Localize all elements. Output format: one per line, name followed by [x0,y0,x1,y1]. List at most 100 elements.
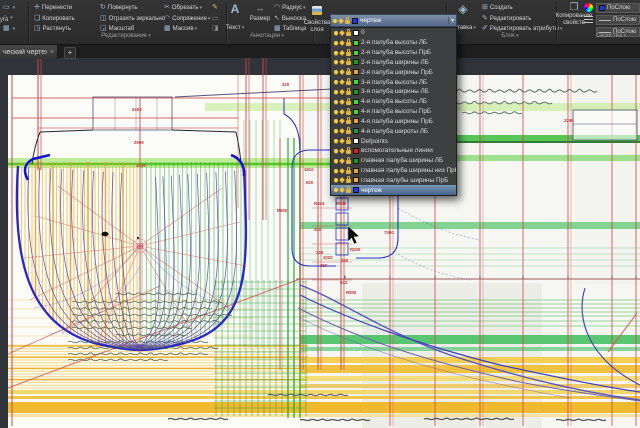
layer-on-icon[interactable] [334,51,338,55]
move-button[interactable]: ✛Перенести [34,3,72,13]
layer-on-icon[interactable] [334,188,338,192]
layer-row[interactable]: 0 [331,28,456,38]
layer-color-swatch[interactable] [353,59,359,65]
layer-row[interactable]: главная палуба ширины ЛБ [331,156,456,166]
layer-color-swatch[interactable] [353,168,359,174]
copy-button[interactable]: ❏Копировать [34,14,75,24]
layer-row[interactable]: 2-я палуба ширины ЛБ [331,57,456,67]
drawing-canvas[interactable]: 2406259934363201910620R404R530R600320730… [0,58,640,428]
panel-label-properties[interactable]: Свойства [584,33,638,39]
rotate-button[interactable]: ↻Повернуть [100,3,138,13]
layer-thaw-icon[interactable] [339,187,345,193]
layer-row[interactable]: 4-я палуба высоты ЛБ [331,97,456,107]
lineweight-select[interactable]: ПоСлою [596,15,640,25]
create-block-button[interactable]: ⊞Создать [482,3,513,13]
layer-lock-icon[interactable] [346,160,351,164]
panel-label-modify[interactable]: Редактирование [30,33,222,39]
fillet-button[interactable]: ◠Сопряжение [164,14,210,24]
layer-on-icon[interactable] [334,90,338,94]
layer-color-swatch[interactable] [353,79,359,85]
layer-color-swatch[interactable] [353,138,359,144]
hatch-tool-button[interactable]: ▦ [3,24,15,34]
layer-row[interactable]: 2-я палуба высоты ПрБ [331,48,456,58]
panel-label-annotate[interactable]: Аннотации [224,33,310,39]
layer-color-swatch[interactable] [353,158,359,164]
layer-on-icon[interactable] [334,178,338,182]
layer-lock-icon[interactable] [346,111,351,115]
layer-row[interactable]: 2-я палуба ширины ПрБ [331,67,456,77]
layer-properties-button[interactable]: Свойства слоя [302,2,332,34]
layer-thaw-icon[interactable] [339,168,345,174]
layer-thaw-icon[interactable] [339,89,345,95]
layer-row[interactable]: 3-я палуба ширины ЛБ [331,87,456,97]
edit-block-button[interactable]: ✎Редактировать [482,14,531,24]
trim-button[interactable]: ✂Обрезать [164,3,202,13]
layer-row[interactable]: 3-я палуба высоты ЛБ [331,77,456,87]
layer-row[interactable]: Defpoints [331,136,456,146]
dimension-button[interactable]: ↔ Размер [248,3,272,22]
close-tab-icon[interactable]: × [50,49,54,56]
layer-lock-icon[interactable] [346,179,351,183]
pencil-edit-button[interactable]: ✎ [212,3,218,13]
layer-color-swatch[interactable] [353,69,359,75]
layer-color-swatch[interactable] [353,40,359,46]
layer-lock-icon[interactable] [346,42,351,46]
layer-on-icon[interactable] [334,139,338,143]
layer-thaw-icon[interactable] [339,99,345,105]
layer-color-swatch[interactable] [353,177,359,183]
layer-row[interactable]: вспомогательные линии [331,146,456,156]
layer-thaw-icon[interactable] [339,60,345,66]
rectangle-tool-button[interactable]: ▭ [3,3,15,13]
new-tab-button[interactable]: + [64,47,76,59]
layer-row[interactable]: главная палубы ширины ПрБ [331,175,456,185]
panel-label-block[interactable]: Блок [460,33,560,39]
layer-color-swatch[interactable] [353,128,359,134]
drawing-tab[interactable]: ческий чертеж* × [0,45,58,59]
radius-button[interactable]: ◠Радиус [274,3,306,13]
layer-lock-icon[interactable] [346,189,351,193]
layer-thaw-icon[interactable] [339,69,345,75]
layer-row[interactable]: чертеж [331,185,456,195]
layer-lock-icon[interactable] [346,71,351,75]
layer-thaw-icon[interactable] [339,30,345,36]
layer-thaw-icon[interactable] [339,158,345,164]
layer-thaw-icon[interactable] [339,128,345,134]
layer-row[interactable]: 2-я палуба высоты ЛБ [331,38,456,48]
layer-on-icon[interactable] [334,70,338,74]
layer-color-swatch[interactable] [353,187,359,193]
layer-color-swatch[interactable] [353,148,359,154]
layer-thaw-icon[interactable] [339,177,345,183]
layer-thaw-icon[interactable] [339,138,345,144]
layer-row[interactable]: 4-я палуба широты ЛБ [331,126,456,136]
layer-lock-icon[interactable] [346,52,351,56]
layer-lock-icon[interactable] [346,140,351,144]
layer-color-swatch[interactable] [353,99,359,105]
layer-row[interactable]: 4-я палуба высоты ПрБ [331,107,456,117]
layer-on-icon[interactable] [334,110,338,114]
layer-on-icon[interactable] [334,100,338,104]
layer-color-swatch[interactable] [353,89,359,95]
layer-row[interactable]: 4-я палуба ширины ПрБ [331,116,456,126]
layer-on-icon[interactable] [334,129,338,133]
layer-thaw-icon[interactable] [339,148,345,154]
layer-thaw-icon[interactable] [339,79,345,85]
layer-on-icon[interactable] [334,119,338,123]
layer-lock-icon[interactable] [346,81,351,85]
mirror-button[interactable]: ◫Отразить зеркально [100,14,165,24]
layer-on-icon[interactable] [334,41,338,45]
layer-color-swatch[interactable] [353,30,359,36]
layer-lock-icon[interactable] [346,61,351,65]
layer-lock-icon[interactable] [346,32,351,36]
layer-lock-icon[interactable] [346,101,351,105]
layer-thaw-icon[interactable] [339,119,345,125]
layer-lock-icon[interactable] [346,170,351,174]
layer-on-icon[interactable] [334,169,338,173]
layer-lock-icon[interactable] [346,150,351,154]
layer-lock-icon[interactable] [346,120,351,124]
object-color-select[interactable]: ПоСлою [596,3,640,13]
layer-lock-icon[interactable] [346,91,351,95]
layer-on-icon[interactable] [334,31,338,35]
layer-select-combo[interactable]: чертеж ▾ [330,14,457,27]
layer-on-icon[interactable] [334,80,338,84]
layer-on-icon[interactable] [334,159,338,163]
